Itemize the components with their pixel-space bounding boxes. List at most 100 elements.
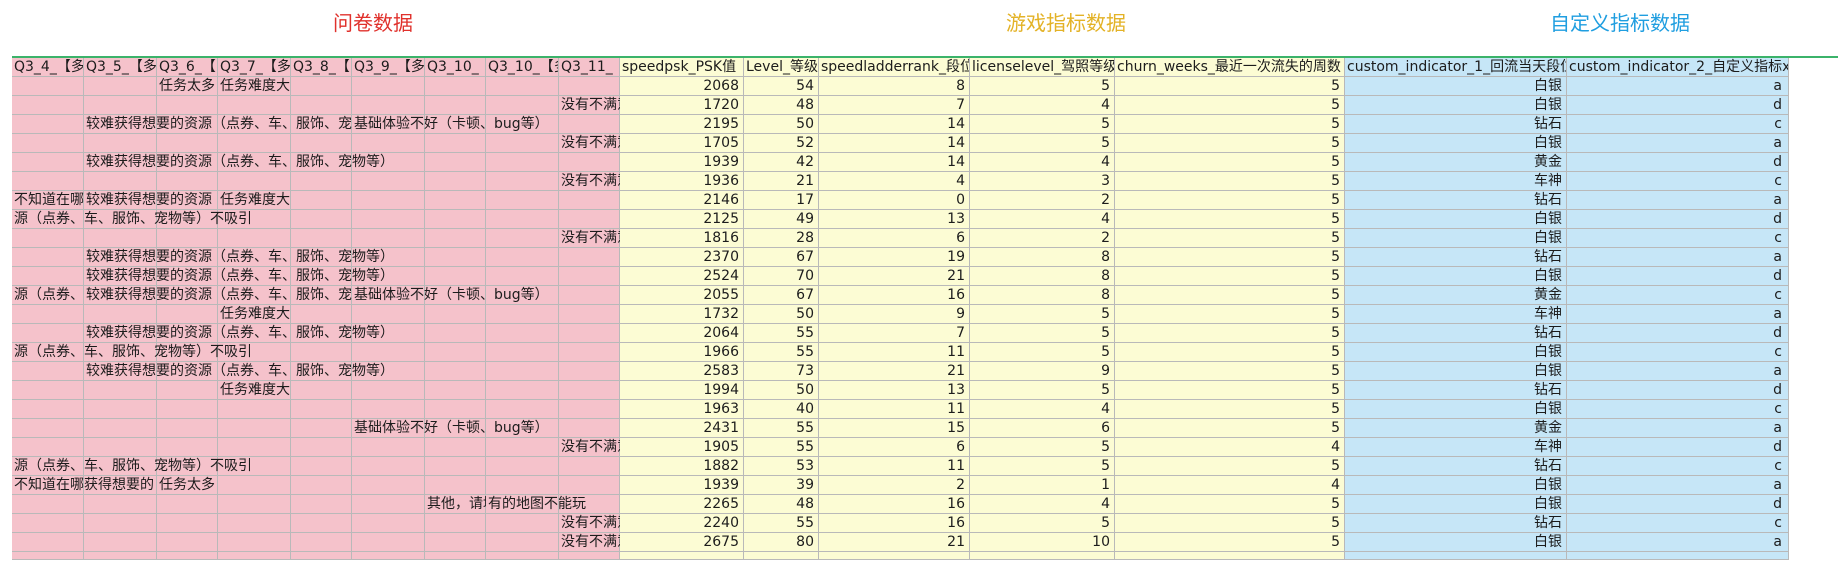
custom-indicator-2-cell[interactable]: c xyxy=(1567,457,1789,476)
custom-indicator-2-cell[interactable]: a xyxy=(1567,476,1789,495)
level-cell[interactable]: 39 xyxy=(744,476,819,495)
speedladderrank-cell[interactable]: 6 xyxy=(819,229,970,248)
survey-column-header[interactable]: Q3_11_【多 xyxy=(559,58,620,77)
level-cell[interactable]: 55 xyxy=(744,514,819,533)
churn-weeks-cell[interactable]: 5 xyxy=(1115,153,1345,172)
survey-answer-text[interactable]: 任务难度大 xyxy=(218,305,620,323)
survey-cell[interactable] xyxy=(352,172,425,191)
churn-weeks-cell[interactable]: 5 xyxy=(1115,267,1345,286)
licenselevel-cell[interactable]: 5 xyxy=(970,381,1115,400)
licenselevel-cell[interactable]: 4 xyxy=(970,96,1115,115)
speedladderrank-cell[interactable]: 13 xyxy=(819,381,970,400)
speedladderrank-cell[interactable]: 4 xyxy=(819,172,970,191)
churn-weeks-cell[interactable]: 5 xyxy=(1115,96,1345,115)
survey-cell[interactable] xyxy=(291,533,352,552)
survey-cell[interactable] xyxy=(218,134,291,153)
survey-column-header[interactable]: Q3_7_【多 xyxy=(218,58,291,77)
survey-answer-text[interactable]: 有的地图不能玩 xyxy=(486,495,620,513)
survey-cell[interactable] xyxy=(12,96,84,115)
level-cell[interactable]: 55 xyxy=(744,419,819,438)
survey-cell[interactable] xyxy=(291,419,352,438)
speedladderrank-cell[interactable]: 16 xyxy=(819,286,970,305)
survey-answer-text[interactable]: 没有不满意的 xyxy=(559,172,620,190)
survey-cell[interactable] xyxy=(352,96,425,115)
survey-answer-text[interactable]: 基础体验不好（卡顿、bug等） xyxy=(352,115,620,133)
licenselevel-cell[interactable]: 4 xyxy=(970,210,1115,229)
speedpsk-cell[interactable]: 1720 xyxy=(620,96,744,115)
survey-cell[interactable] xyxy=(84,533,157,552)
survey-cell[interactable] xyxy=(12,324,84,343)
custom-indicator-1-cell[interactable]: 白银 xyxy=(1345,229,1567,248)
survey-cell[interactable] xyxy=(157,400,218,419)
churn-weeks-cell[interactable]: 5 xyxy=(1115,457,1345,476)
churn-weeks-cell[interactable]: 5 xyxy=(1115,343,1345,362)
custom-indicator-1-cell[interactable]: 钻石 xyxy=(1345,381,1567,400)
licenselevel-cell[interactable]: 9 xyxy=(970,362,1115,381)
speedpsk-cell[interactable]: 2055 xyxy=(620,286,744,305)
speedpsk-cell[interactable]: 1936 xyxy=(620,172,744,191)
speedpsk-cell[interactable]: 1966 xyxy=(620,343,744,362)
survey-cell[interactable] xyxy=(291,400,352,419)
survey-cell[interactable] xyxy=(218,96,291,115)
speedladderrank-cell[interactable]: 21 xyxy=(819,267,970,286)
survey-cell[interactable] xyxy=(352,495,425,514)
speedladderrank-cell[interactable]: 14 xyxy=(819,115,970,134)
survey-cell[interactable] xyxy=(12,495,84,514)
level-cell[interactable]: 73 xyxy=(744,362,819,381)
speedpsk-cell[interactable]: 2265 xyxy=(620,495,744,514)
metric-column-header[interactable]: speedpsk_PSK值 xyxy=(620,58,744,77)
survey-cell[interactable] xyxy=(157,305,218,324)
survey-answer-text[interactable]: 源（点券、车、服饰、宠物等）不吸引 xyxy=(12,457,620,475)
survey-cell[interactable] xyxy=(486,514,559,533)
survey-answer-text[interactable]: 任务难度大 xyxy=(218,381,620,399)
churn-weeks-cell[interactable]: 5 xyxy=(1115,191,1345,210)
level-cell[interactable]: 48 xyxy=(744,495,819,514)
custom-indicator-1-cell[interactable]: 白银 xyxy=(1345,134,1567,153)
custom-indicator-1-cell[interactable]: 白银 xyxy=(1345,210,1567,229)
custom-indicator-2-cell[interactable]: c xyxy=(1567,400,1789,419)
speedpsk-cell[interactable]: 1939 xyxy=(620,476,744,495)
survey-answer-text[interactable]: 任务难度大 xyxy=(218,191,620,209)
level-cell[interactable]: 28 xyxy=(744,229,819,248)
survey-cell[interactable] xyxy=(352,229,425,248)
survey-cell[interactable] xyxy=(157,419,218,438)
churn-weeks-cell[interactable]: 5 xyxy=(1115,229,1345,248)
survey-cell[interactable] xyxy=(425,400,486,419)
level-cell[interactable]: 50 xyxy=(744,381,819,400)
survey-answer-text[interactable]: 任务太多 xyxy=(157,77,218,95)
custom-indicator-2-cell[interactable]: a xyxy=(1567,191,1789,210)
survey-cell[interactable] xyxy=(486,134,559,153)
speedpsk-cell[interactable]: 2146 xyxy=(620,191,744,210)
speedpsk-cell[interactable]: 1994 xyxy=(620,381,744,400)
custom-indicator-1-cell[interactable]: 白银 xyxy=(1345,495,1567,514)
survey-cell[interactable] xyxy=(425,533,486,552)
level-cell[interactable]: 67 xyxy=(744,248,819,267)
survey-answer-text[interactable]: 较难获得想要的资源（点券、车、服饰、宠物等） xyxy=(84,153,620,171)
survey-cell[interactable] xyxy=(425,229,486,248)
speedpsk-cell[interactable]: 1939 xyxy=(620,153,744,172)
level-cell[interactable]: 52 xyxy=(744,134,819,153)
custom-indicator-2-cell[interactable]: c xyxy=(1567,172,1789,191)
survey-cell[interactable] xyxy=(157,495,218,514)
custom-indicator-1-cell[interactable]: 钻石 xyxy=(1345,191,1567,210)
speedpsk-cell[interactable]: 2068 xyxy=(620,77,744,96)
custom-indicator-1-cell[interactable]: 黄金 xyxy=(1345,286,1567,305)
custom-indicator-1-cell[interactable]: 白银 xyxy=(1345,533,1567,552)
churn-weeks-cell[interactable]: 5 xyxy=(1115,419,1345,438)
licenselevel-cell[interactable]: 5 xyxy=(970,343,1115,362)
speedpsk-cell[interactable]: 2370 xyxy=(620,248,744,267)
churn-weeks-cell[interactable]: 5 xyxy=(1115,134,1345,153)
churn-weeks-cell[interactable]: 5 xyxy=(1115,495,1345,514)
metric-column-header[interactable]: churn_weeks_最近一次流失的周数 xyxy=(1115,58,1345,77)
speedpsk-cell[interactable]: 2583 xyxy=(620,362,744,381)
survey-cell[interactable] xyxy=(84,419,157,438)
metric-column-header[interactable]: Level_等级 xyxy=(744,58,819,77)
survey-cell[interactable] xyxy=(84,495,157,514)
survey-cell[interactable] xyxy=(218,438,291,457)
custom-indicator-1-cell[interactable]: 白银 xyxy=(1345,96,1567,115)
survey-cell[interactable] xyxy=(425,438,486,457)
survey-cell[interactable] xyxy=(12,172,84,191)
survey-cell[interactable] xyxy=(12,419,84,438)
custom-indicator-2-cell[interactable]: c xyxy=(1567,514,1789,533)
level-cell[interactable]: 17 xyxy=(744,191,819,210)
